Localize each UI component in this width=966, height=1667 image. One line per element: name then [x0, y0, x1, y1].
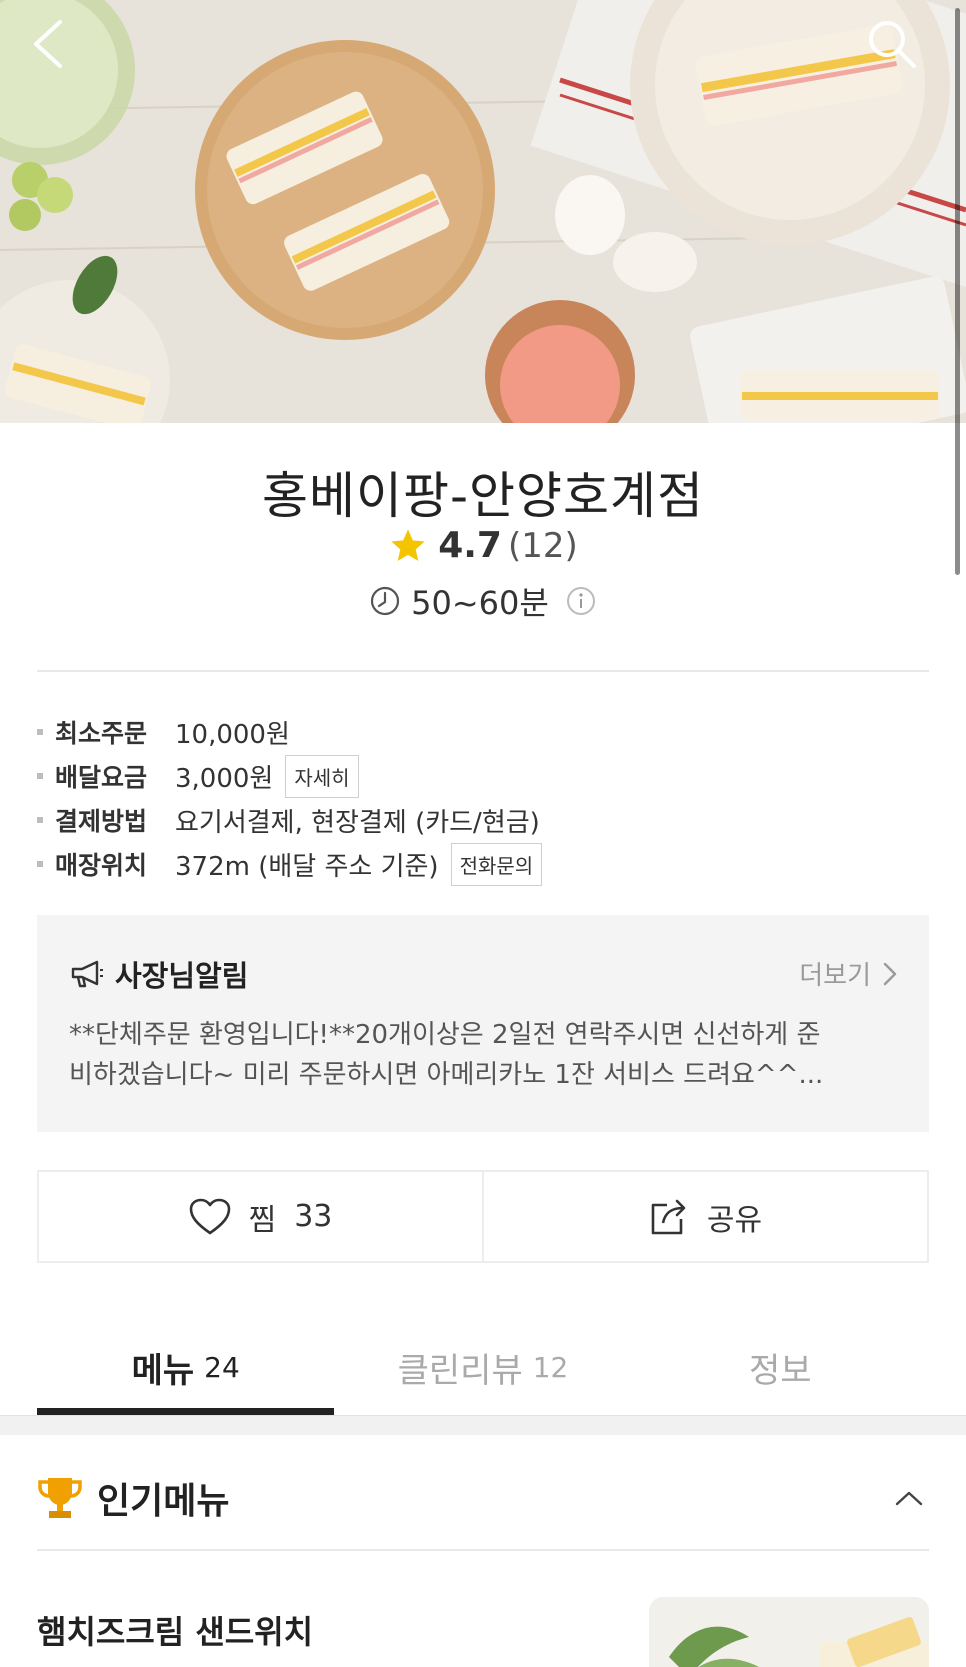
menu-item-photo: [649, 1597, 929, 1667]
store-info-list: 최소주문 10,000원 배달요금 3,000원 자세히 결제방법 요기서결제,…: [37, 710, 929, 886]
popular-menu-header[interactable]: 인기메뉴: [37, 1468, 929, 1528]
payment-row: 결제방법 요기서결제, 현장결제 (카드/현금): [37, 798, 929, 842]
min-order-row: 최소주문 10,000원: [37, 710, 929, 754]
notice-more-label: 더보기: [799, 961, 871, 991]
review-count: (12): [507, 525, 578, 566]
payment-label: 결제방법: [55, 807, 148, 836]
phone-inquiry-button[interactable]: 전화문의: [450, 842, 543, 886]
tab-label: 정보: [749, 1351, 812, 1391]
delivery-fee-detail-button[interactable]: 자세히: [285, 754, 359, 798]
delivery-time: 50~60분: [411, 584, 549, 622]
back-arrow-icon: [34, 20, 62, 68]
tab-label: 메뉴: [131, 1351, 195, 1391]
notice-title: 사장님알림: [115, 959, 249, 993]
back-button[interactable]: [30, 18, 90, 78]
trophy-icon: [38, 1478, 82, 1518]
collapse-toggle[interactable]: [889, 1478, 929, 1518]
delivery-fee-value: 3,000원: [175, 763, 274, 794]
tab-count: 24: [204, 1351, 240, 1384]
share-label: 공유: [706, 1202, 763, 1238]
clock-icon: [371, 586, 400, 616]
owner-notice-box[interactable]: 사장님알림 더보기 **단체주문 환영입니다!**20개이상은 2일전 연락주시…: [37, 915, 929, 1132]
info-icon[interactable]: [565, 585, 597, 617]
share-icon: [651, 1199, 686, 1234]
like-label: 찜: [248, 1202, 277, 1238]
delivery-fee-row: 배달요금 3,000원 자세히: [37, 754, 929, 798]
tab-label: 클린리뷰: [397, 1351, 523, 1391]
store-hero-image: [0, 0, 966, 423]
chevron-up-icon: [895, 1491, 923, 1506]
action-bar: 찜 33 공유: [37, 1170, 929, 1263]
rating-row[interactable]: 4.7 (12): [0, 525, 966, 566]
like-count: 33: [294, 1199, 333, 1234]
like-button[interactable]: 찜 33: [39, 1172, 482, 1261]
location-label: 매장위치: [55, 851, 148, 880]
bullet: [37, 773, 43, 779]
food-photo: [0, 0, 966, 423]
share-button[interactable]: 공유: [482, 1172, 927, 1261]
location-value: 372m (배달 주소 기준): [175, 851, 439, 882]
menu-item-thumbnail[interactable]: [649, 1597, 929, 1667]
min-order-label: 최소주문: [55, 719, 148, 748]
delivery-time-row: 50~60분: [0, 578, 966, 624]
popular-menu-title: 인기메뉴: [97, 1481, 230, 1522]
notice-title-row: 사장님알림: [69, 953, 248, 995]
popular-menu-divider: [37, 1549, 929, 1551]
payment-value: 요기서결제, 현장결제 (카드/현금): [175, 807, 540, 838]
heart-icon: [189, 1198, 230, 1234]
chevron-right-icon: [883, 962, 897, 985]
rating-value: 4.7: [438, 525, 502, 566]
tab-menu[interactable]: 메뉴 24: [37, 1320, 335, 1415]
delivery-fee-label: 배달요금: [55, 763, 148, 792]
section-separator: [0, 1415, 966, 1435]
notice-body-line: 비하겠습니다~ 미리 주문하시면 아메리카노 1잔 서비스 드려요^^...: [69, 1060, 824, 1090]
bullet: [37, 729, 43, 735]
location-row: 매장위치 372m (배달 주소 기준) 전화문의: [37, 842, 929, 886]
min-order-value: 10,000원: [175, 719, 290, 750]
menu-item-name[interactable]: 햄치즈크림 샌드위치: [37, 1607, 313, 1653]
notice-body-line: **단체주문 환영입니다!**20개이상은 2일전 연락주시면 신선하게 준: [69, 1020, 821, 1050]
store-tabs: 메뉴 24 클린리뷰 12 정보: [37, 1320, 929, 1415]
notice-more-link[interactable]: 더보기: [799, 955, 897, 992]
megaphone-icon: [71, 960, 103, 988]
store-name: 홍베이팡-안양호계점: [261, 467, 705, 525]
tab-count: 12: [532, 1351, 569, 1384]
bullet: [37, 817, 43, 823]
tab-clean-review[interactable]: 클린리뷰 12: [334, 1320, 631, 1415]
notice-body: **단체주문 환영입니다!**20개이상은 2일전 연락주시면 신선하게 준 비…: [69, 1015, 899, 1095]
search-button[interactable]: [866, 18, 926, 78]
search-icon: [869, 21, 916, 68]
header-divider: [37, 670, 929, 672]
star-icon: [391, 528, 425, 561]
bullet: [37, 861, 43, 867]
tab-info[interactable]: 정보: [632, 1320, 929, 1415]
